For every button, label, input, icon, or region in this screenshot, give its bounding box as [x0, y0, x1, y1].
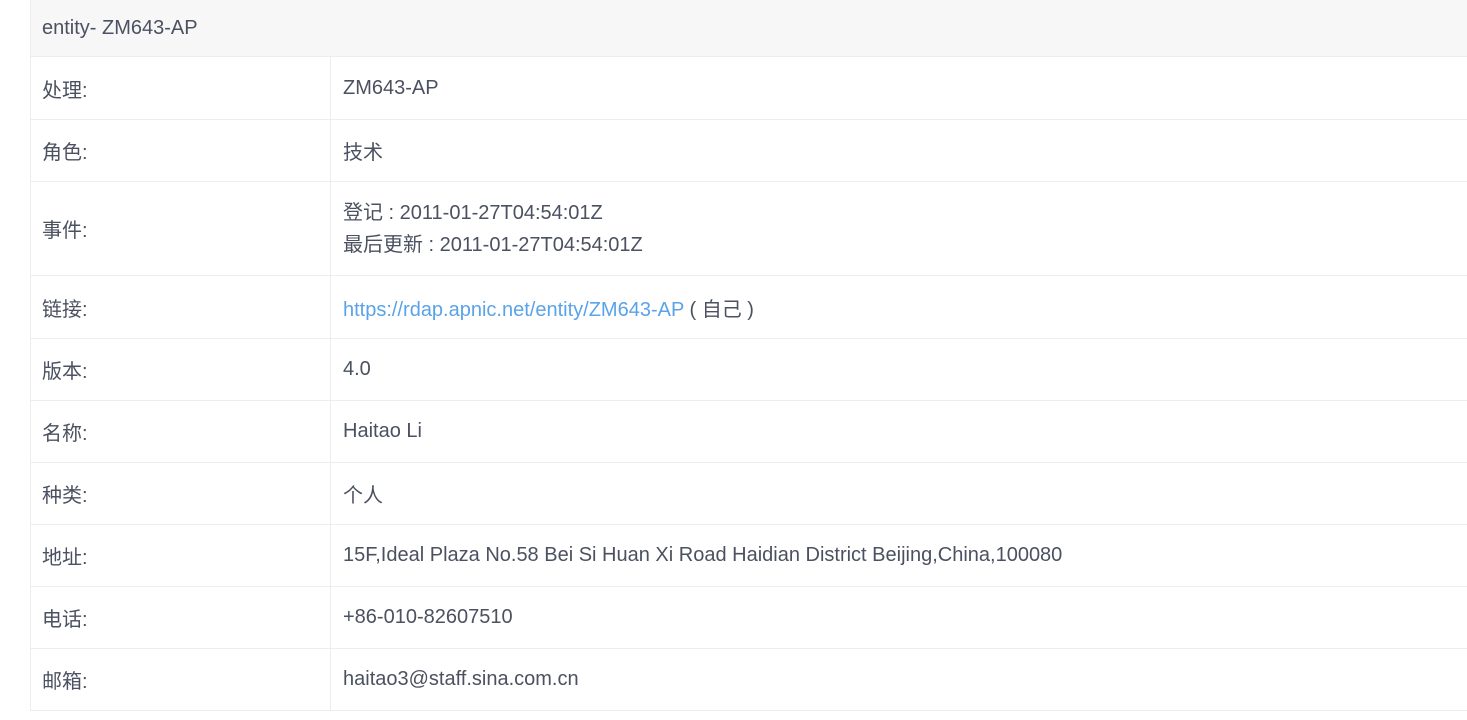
- email-label: 邮箱:: [31, 649, 331, 710]
- event-last-changed: 最后更新 : 2011-01-27T04:54:01Z: [343, 233, 643, 256]
- handle-label: 处理:: [31, 57, 331, 119]
- events-value: 登记 : 2011-01-27T04:54:01Z 最后更新 : 2011-01…: [331, 182, 1467, 275]
- row-address: 地址: 15F,Ideal Plaza No.58 Bei Si Huan Xi…: [31, 525, 1467, 587]
- kind-value: 个人: [343, 485, 383, 507]
- links-value: https://rdap.apnic.net/entity/ZM643-AP (…: [331, 276, 1467, 338]
- phone-value: +86-010-82607510: [343, 606, 513, 628]
- self-link[interactable]: https://rdap.apnic.net/entity/ZM643-AP: [343, 299, 684, 321]
- row-handle: 处理: ZM643-AP: [31, 57, 1467, 120]
- row-roles: 角色: 技术: [31, 120, 1467, 182]
- row-name: 名称: Haitao Li: [31, 401, 1467, 463]
- event-registration: 登记 : 2011-01-27T04:54:01Z: [343, 201, 603, 224]
- phone-label: 电话:: [31, 587, 331, 648]
- address-value: 15F,Ideal Plaza No.58 Bei Si Huan Xi Roa…: [343, 544, 1063, 566]
- version-value: 4.0: [343, 358, 371, 380]
- events-label: 事件:: [31, 182, 331, 275]
- entity-panel: entity- ZM643-AP 处理: ZM643-AP 角色: 技术 事件:…: [30, 0, 1467, 711]
- kind-label: 种类:: [31, 463, 331, 524]
- roles-label: 角色:: [31, 120, 331, 181]
- roles-value: 技术: [343, 142, 383, 164]
- link-rel: ( 自己 ): [689, 298, 754, 321]
- panel-title: entity- ZM643-AP: [31, 0, 1467, 57]
- name-value: Haitao Li: [343, 420, 422, 442]
- handle-value: ZM643-AP: [343, 76, 439, 99]
- links-label: 链接:: [31, 276, 331, 338]
- row-phone: 电话: +86-010-82607510: [31, 587, 1467, 649]
- row-version: 版本: 4.0: [31, 339, 1467, 401]
- email-value: haitao3@staff.sina.com.cn: [343, 668, 579, 690]
- name-label: 名称:: [31, 401, 331, 462]
- row-links: 链接: https://rdap.apnic.net/entity/ZM643-…: [31, 276, 1467, 339]
- row-email: 邮箱: haitao3@staff.sina.com.cn: [31, 649, 1467, 711]
- row-events: 事件: 登记 : 2011-01-27T04:54:01Z 最后更新 : 201…: [31, 182, 1467, 276]
- row-kind: 种类: 个人: [31, 463, 1467, 525]
- version-label: 版本:: [31, 339, 331, 400]
- address-label: 地址:: [31, 525, 331, 586]
